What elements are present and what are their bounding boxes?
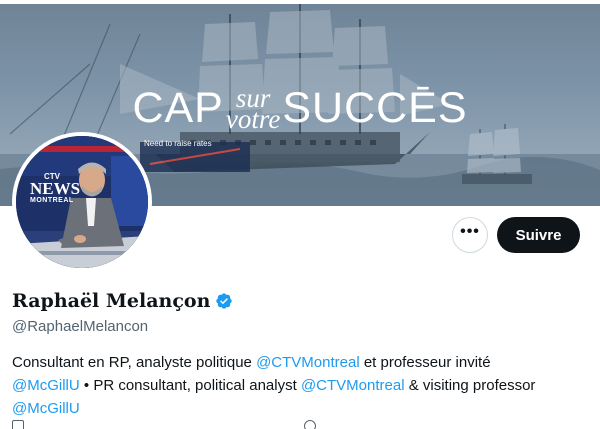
more-options-button[interactable]: ••• xyxy=(452,217,488,253)
banner-title-left: CAP xyxy=(132,84,224,132)
banner-title: CAP sur votre SUCCĒS xyxy=(0,84,600,133)
banner-title-mid: sur votre xyxy=(225,84,281,134)
calendar-icon xyxy=(304,420,316,429)
mention-link[interactable]: @CTVMontreal xyxy=(256,354,360,371)
ctv-news-logo: CTV NEWS MONTREAL xyxy=(30,172,82,204)
user-handle: @RaphaelMelancon xyxy=(12,318,149,335)
bio-text: Consultant en RP, analyste politique xyxy=(12,354,257,371)
profile-bio: Consultant en RP, analyste politique @CT… xyxy=(12,351,592,420)
bio-text: • PR consultant, political analyst xyxy=(79,377,301,394)
banner-title-mid-bottom: votre xyxy=(225,103,281,134)
bio-text: et professeur invité xyxy=(359,354,491,371)
mention-link[interactable]: @McGillU xyxy=(12,377,80,394)
avatar[interactable]: CTV NEWS MONTREAL xyxy=(12,132,152,272)
mention-link[interactable]: @CTVMontreal xyxy=(301,377,405,394)
logo-main: NEWS xyxy=(30,179,81,198)
display-name: Raphaël Melançon xyxy=(12,290,211,312)
mention-link[interactable]: @McGillU xyxy=(12,400,80,417)
banner-screen-caption: Need to raise rates xyxy=(144,139,212,148)
more-options-icon: ••• xyxy=(460,223,480,240)
profile-meta-row xyxy=(12,420,316,429)
logo-sub: MONTREAL xyxy=(30,197,74,204)
banner-title-right: SUCCĒS xyxy=(282,84,468,132)
category-icon xyxy=(12,420,24,429)
follow-button[interactable]: Suivre xyxy=(497,217,580,253)
name-row: Raphaël Melançon xyxy=(12,290,233,312)
bio-text: & visiting professor xyxy=(404,377,536,394)
verified-badge-icon[interactable] xyxy=(215,292,233,310)
